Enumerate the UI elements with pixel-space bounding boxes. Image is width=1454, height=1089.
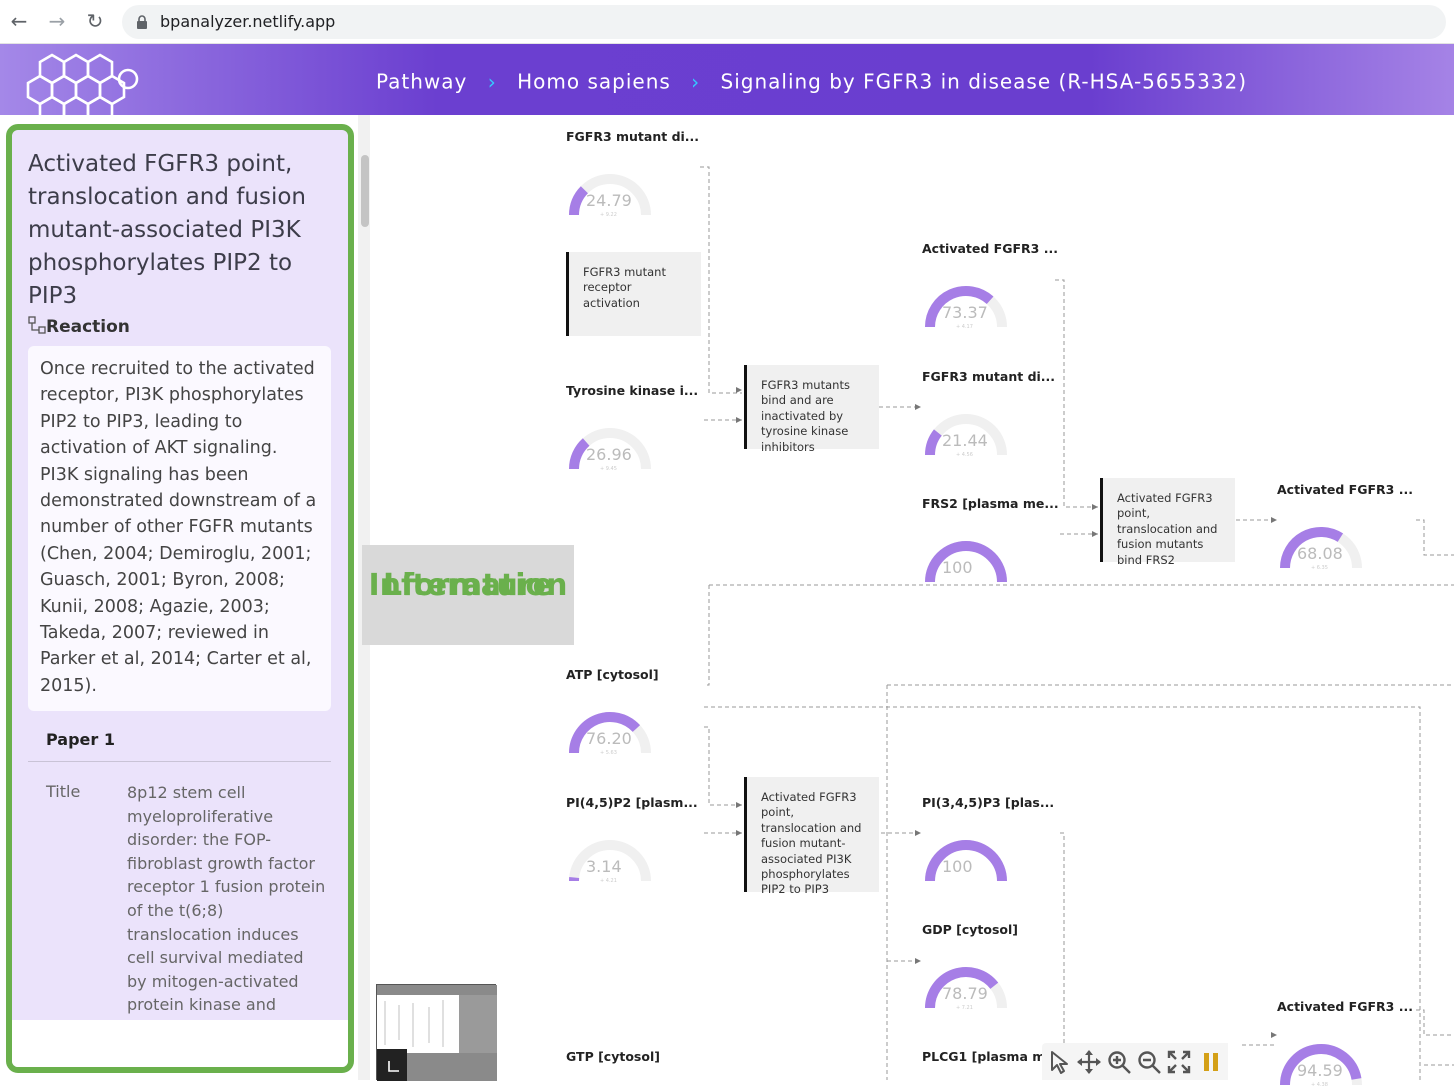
node-label[interactable]: ATP [cytosol] xyxy=(566,667,659,682)
gauge-subvalue: + 5.63 xyxy=(600,750,617,756)
reload-icon[interactable]: ↻ xyxy=(83,9,107,33)
app-header: Pathway › Homo sapiens › Signaling by FG… xyxy=(0,44,1454,115)
node-label[interactable]: GDP [cytosol] xyxy=(922,922,1018,937)
reaction-node[interactable]: FGFR3 mutant receptor activation xyxy=(566,252,701,336)
diagram-minimap[interactable] xyxy=(376,984,496,1080)
reaction-node[interactable]: Activated FGFR3 point, translocation and… xyxy=(744,777,879,892)
chevron-right-icon: › xyxy=(691,70,700,94)
gauge-subvalue: + 9.45 xyxy=(600,466,617,472)
detail-panel: Activated FGFR3 point, translocation and… xyxy=(0,115,362,1080)
gauge-subvalue: + 6.35 xyxy=(1311,565,1328,571)
breadcrumb-species[interactable]: Homo sapiens xyxy=(517,70,671,94)
node-label[interactable]: GTP [cytosol] xyxy=(566,1049,660,1064)
breadcrumb-pathway[interactable]: Pathway xyxy=(376,70,467,94)
gauge-fill xyxy=(574,190,584,215)
browser-toolbar: ← → ↻ bpanalyzer.netlify.app xyxy=(0,0,1454,44)
gauge-value: 78.79 xyxy=(942,984,988,1003)
pointer-icon[interactable] xyxy=(1046,1049,1072,1075)
diagram-toolbar xyxy=(1042,1043,1228,1080)
literature-information-callout: LiteratureInformation xyxy=(362,545,574,645)
node-label[interactable]: PI(4,5)P2 [plasm... xyxy=(566,795,698,810)
move-icon[interactable] xyxy=(1076,1049,1102,1075)
reaction-icon xyxy=(28,316,46,334)
node-label[interactable]: Activated FGFR3 ... xyxy=(922,241,1058,256)
panel-footer xyxy=(12,1020,348,1070)
fit-screen-icon[interactable] xyxy=(1166,1049,1192,1075)
zoom-out-icon[interactable] xyxy=(1136,1049,1162,1075)
gauge-value: 100 xyxy=(942,558,973,577)
reaction-node[interactable]: FGFR3 mutants bind and are inactivated b… xyxy=(744,365,879,449)
paper-heading-label: Paper 1 xyxy=(46,730,115,749)
gauge-fill xyxy=(574,442,586,469)
paper-heading[interactable]: Paper 1 xyxy=(28,720,331,762)
gauge-fill xyxy=(930,433,938,455)
hexagon-logo-icon[interactable] xyxy=(18,44,142,115)
zoom-in-icon[interactable] xyxy=(1106,1049,1132,1075)
gauge-value: 21.44 xyxy=(942,431,988,450)
chevron-right-icon: › xyxy=(488,70,497,94)
gauge-value: 100 xyxy=(942,857,973,876)
lock-icon xyxy=(136,15,148,29)
node-label[interactable]: PLCG1 [plasma m... xyxy=(922,1049,1060,1064)
node-label[interactable]: Activated FGFR3 ... xyxy=(1277,482,1413,497)
minimap-thumbnail xyxy=(377,985,497,1081)
reaction-title: Activated FGFR3 point, translocation and… xyxy=(28,148,328,313)
gauge-subvalue: + 4.56 xyxy=(956,452,973,458)
gauge-subvalue: + 7.21 xyxy=(956,1005,973,1011)
back-icon[interactable]: ← xyxy=(7,9,31,33)
node-label[interactable]: FGFR3 mutant di... xyxy=(922,369,1055,384)
forward-icon[interactable]: → xyxy=(45,9,69,33)
node-label[interactable]: Tyrosine kinase i... xyxy=(566,383,698,398)
paper-title-label: Title xyxy=(46,782,80,801)
gauge-value: 68.08 xyxy=(1297,544,1343,563)
address-bar[interactable]: bpanalyzer.netlify.app xyxy=(122,5,1446,39)
paper-title: 8p12 stem cell myeloproliferative disord… xyxy=(127,781,327,1017)
reaction-description: Once recruited to the activated receptor… xyxy=(28,346,331,711)
pause-icon[interactable] xyxy=(1198,1049,1224,1075)
callout-line-2: Information xyxy=(362,565,574,607)
gauge-subvalue: + 4.21 xyxy=(600,878,617,884)
panel-scrollbar-thumb[interactable] xyxy=(361,155,369,227)
breadcrumb: Pathway › Homo sapiens › Signaling by FG… xyxy=(376,68,1247,94)
gauge-value: 76.20 xyxy=(586,729,632,748)
node-label[interactable]: Activated FGFR3 ... xyxy=(1277,999,1413,1014)
gauge-subvalue: + 4.38 xyxy=(1311,1082,1328,1088)
gauge-value: 24.79 xyxy=(586,191,632,210)
reaction-type-label: Reaction xyxy=(46,317,130,337)
node-label[interactable]: FGFR3 mutant di... xyxy=(566,129,699,144)
gauge-value: 94.59 xyxy=(1297,1061,1343,1080)
gauge-subvalue: + 4.17 xyxy=(956,324,973,330)
literature-highlight-box: Activated FGFR3 point, translocation and… xyxy=(6,124,354,1073)
gauge-value: 73.37 xyxy=(942,303,988,322)
url-text: bpanalyzer.netlify.app xyxy=(160,12,335,31)
gauge-value: 3.14 xyxy=(586,857,622,876)
gauge-subvalue: + 9.22 xyxy=(600,212,617,218)
node-label[interactable]: PI(3,4,5)P3 [plas... xyxy=(922,795,1054,810)
reaction-node[interactable]: Activated FGFR3 point, translocation and… xyxy=(1100,478,1235,562)
node-label[interactable]: FRS2 [plasma me... xyxy=(922,496,1059,511)
gauge-value: 26.96 xyxy=(586,445,632,464)
reaction-type: Reaction xyxy=(28,316,130,337)
breadcrumb-pathway-name[interactable]: Signaling by FGFR3 in disease (R-HSA-565… xyxy=(721,70,1248,94)
